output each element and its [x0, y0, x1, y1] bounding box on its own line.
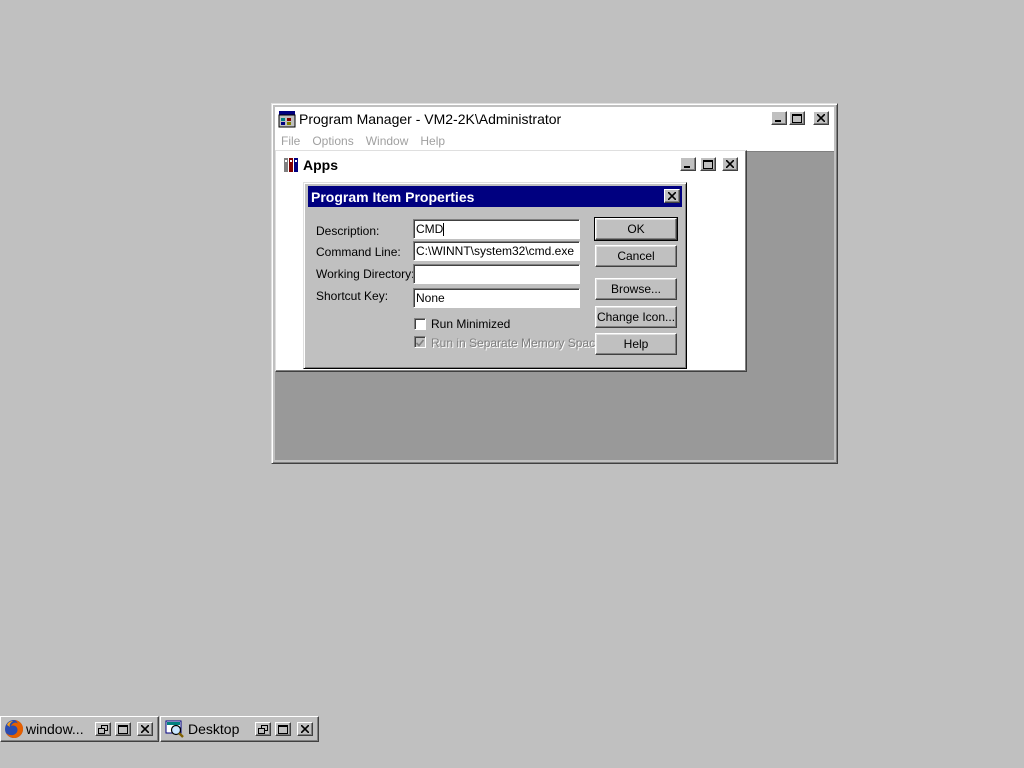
run-separate-memory-label: Run in Separate Memory Space	[431, 336, 602, 350]
dialog-title: Program Item Properties	[311, 188, 475, 205]
restore-button[interactable]	[95, 722, 111, 736]
maximize-button[interactable]	[789, 111, 805, 125]
run-minimized-checkbox[interactable]	[414, 318, 426, 330]
run-minimized-label: Run Minimized	[431, 317, 511, 331]
dialog-title-bar[interactable]: Program Item Properties	[308, 186, 682, 207]
working-directory-field[interactable]	[413, 264, 580, 284]
close-icon	[726, 160, 734, 168]
taskbar-item-label: Desktop	[188, 721, 240, 737]
menu-file[interactable]: File	[281, 134, 300, 148]
maximize-icon	[118, 724, 128, 734]
close-button[interactable]	[813, 111, 829, 125]
maximize-button[interactable]	[115, 722, 131, 736]
restore-icon	[258, 724, 268, 734]
program-manager-icon	[278, 110, 296, 131]
shortcut-key-label: Shortcut Key:	[316, 289, 389, 303]
text-caret	[443, 223, 445, 237]
desktop-search-icon	[165, 719, 185, 739]
command-line-label: Command Line:	[316, 245, 401, 259]
cancel-button[interactable]: Cancel	[595, 245, 677, 267]
minimize-icon	[684, 166, 690, 168]
apps-minimize-button[interactable]	[680, 157, 696, 171]
menu-help[interactable]: Help	[420, 134, 445, 148]
maximize-icon	[278, 724, 288, 734]
minimize-button[interactable]	[771, 111, 787, 125]
apps-title: Apps	[303, 157, 338, 173]
apps-close-button[interactable]	[722, 157, 738, 171]
apps-group-icon	[283, 156, 301, 177]
taskbar-item-desktop[interactable]: Desktop	[160, 716, 319, 742]
taskbar-item-window[interactable]: window...	[0, 716, 159, 742]
minimize-icon	[775, 120, 781, 122]
maximize-icon	[703, 159, 713, 169]
program-item-properties-dialog: Program Item Properties Description: CMD…	[303, 182, 687, 369]
description-label: Description:	[316, 224, 380, 238]
program-manager-title: Program Manager - VM2-2K\Administrator	[299, 111, 562, 127]
change-icon-button[interactable]: Change Icon...	[595, 306, 677, 328]
help-button[interactable]: Help	[595, 333, 677, 355]
restore-button[interactable]	[255, 722, 271, 736]
taskbar-item-label: window...	[26, 721, 84, 737]
apps-title-bar[interactable]: Apps	[279, 153, 743, 177]
maximize-button[interactable]	[275, 722, 291, 736]
close-icon	[668, 192, 676, 200]
dialog-close-button[interactable]	[664, 189, 680, 203]
command-line-field[interactable]: C:\WINNT\system32\cmd.exe	[413, 241, 580, 261]
ok-button[interactable]: OK	[594, 217, 678, 241]
shortcut-key-field[interactable]: None	[413, 288, 580, 308]
close-icon	[301, 725, 309, 733]
maximize-icon	[792, 113, 802, 123]
menu-window[interactable]: Window	[366, 134, 409, 148]
checkmark-icon	[415, 339, 425, 347]
menu-options[interactable]: Options	[312, 134, 353, 148]
close-button[interactable]	[137, 722, 153, 736]
description-value: CMD	[416, 222, 444, 236]
program-manager-title-bar[interactable]: Program Manager - VM2-2K\Administrator	[275, 107, 834, 131]
restore-icon	[98, 724, 108, 734]
close-icon	[817, 114, 825, 122]
working-directory-label: Working Directory:	[316, 267, 415, 281]
run-separate-memory-checkbox	[414, 336, 426, 348]
program-manager-menu-bar: File Options Window Help	[275, 131, 834, 151]
browse-button[interactable]: Browse...	[595, 278, 677, 300]
close-icon	[141, 725, 149, 733]
apps-maximize-button[interactable]	[700, 157, 716, 171]
firefox-icon	[4, 719, 24, 739]
description-field[interactable]: CMD	[413, 219, 580, 239]
close-button[interactable]	[297, 722, 313, 736]
